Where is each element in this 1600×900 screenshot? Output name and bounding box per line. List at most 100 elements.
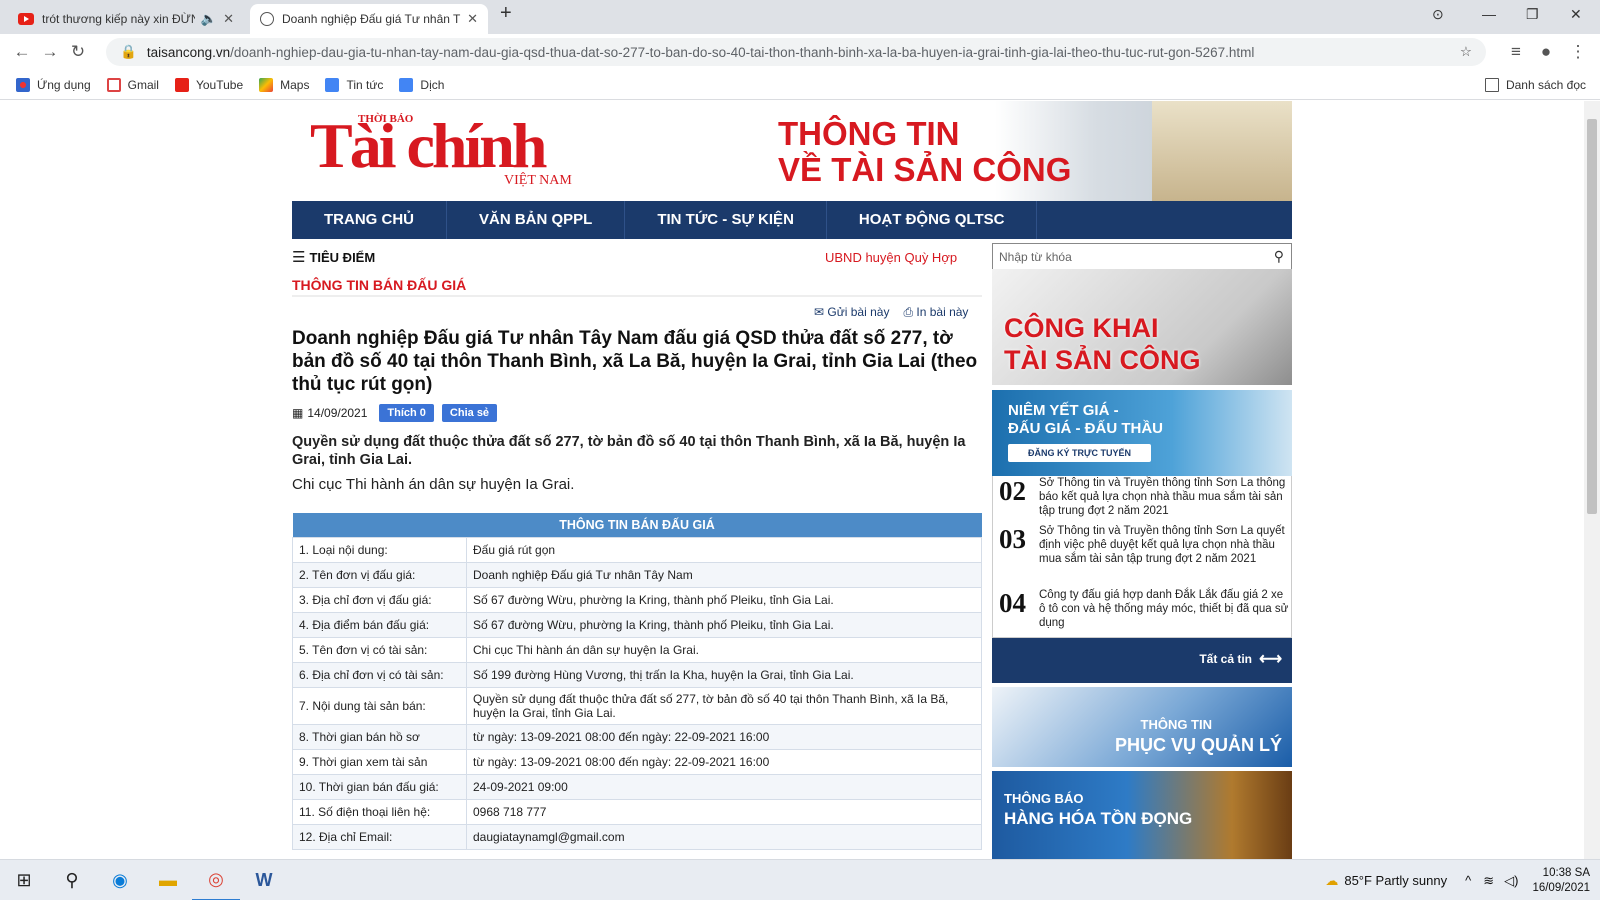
search-input[interactable]: Nhập từ khóa ⚲ <box>992 243 1292 270</box>
file-explorer-icon[interactable]: ▬ <box>144 860 192 900</box>
maximize-button[interactable]: ❐ <box>1526 6 1539 23</box>
reading-list-label: Danh sách đọc <box>1505 77 1586 92</box>
page-scrollbar[interactable] <box>1584 101 1600 859</box>
chrome-icon[interactable]: ◎ <box>192 860 240 900</box>
system-tray: ☁ 85°F Partly sunny ^ ≋ ◁) 10:38 SA 16/0… <box>1325 860 1590 900</box>
highlight-label[interactable]: TIÊU ĐIỂM <box>309 250 375 265</box>
tab-search-icon[interactable]: ⊙ <box>1432 6 1444 23</box>
nav-legal-docs[interactable]: VĂN BẢN QPPL <box>447 201 626 239</box>
row-value: Số 67 đường Wừu, phường Ia Kring, thành … <box>466 586 982 613</box>
news-number: 02 <box>999 476 1026 506</box>
lock-icon: 🔒 <box>120 44 137 59</box>
share-button[interactable]: Chia sẻ <box>441 404 498 422</box>
close-icon[interactable]: ✕ <box>467 11 478 27</box>
bookmark-youtube[interactable]: YouTube <box>174 77 243 92</box>
reload-icon[interactable]: ↻ <box>64 42 92 62</box>
list-item[interactable]: 02 Sở Thông tin và Truyền thông tỉnh Sơn … <box>999 476 1289 518</box>
weather-text[interactable]: 85°F Partly sunny <box>1344 873 1447 888</box>
row-value: 24-09-2021 09:00 <box>466 773 982 800</box>
article-title: Doanh nghiệp Đấu giá Tư nhân Tây Nam đấu… <box>292 328 978 395</box>
banner-line1: THÔNG TIN <box>778 115 960 152</box>
wifi-icon[interactable]: ≋ <box>1483 873 1494 889</box>
bookmark-star-icon[interactable]: ☆ <box>1460 44 1472 60</box>
media-icon[interactable]: ≡ <box>1502 42 1530 62</box>
hamburger-icon[interactable]: ☰ <box>292 248 305 266</box>
browser-window: trót thương kiếp này xin ĐỪNG 🔈 ✕ Doanh … <box>0 0 1600 900</box>
header-banner: THÔNG TIN VỀ TÀI SẢN CÔNG <box>632 101 1292 201</box>
bookmark-gmail[interactable]: Gmail <box>106 77 159 92</box>
bookmark-apps[interactable]: Ứng dụng <box>16 77 91 92</box>
url-field[interactable]: 🔒 taisancong.vn/doanh-nghiep-dau-gia-tu-… <box>106 38 1486 66</box>
like-button[interactable]: Thích 0 <box>379 404 434 422</box>
url-path: /doanh-nghiep-dau-gia-tu-nhan-tay-nam-da… <box>230 44 1255 60</box>
bookmark-news[interactable]: Tin tức <box>325 77 383 92</box>
speaker-icon[interactable]: 🔈 <box>201 11 217 27</box>
nav-activities[interactable]: HOẠT ĐỘNG QLTSC <box>827 201 1038 239</box>
close-window-button[interactable]: ✕ <box>1570 6 1582 23</box>
section-title[interactable]: THÔNG TIN BÁN ĐẤU GIÁ <box>292 273 982 297</box>
article-lead: Quyền sử dụng đất thuộc thửa đất số 277,… <box>292 434 966 468</box>
nav-news-events[interactable]: TIN TỨC - SỰ KIỆN <box>625 201 827 239</box>
all-news-link[interactable]: Tất cả tin ⟷ <box>992 638 1292 683</box>
banner-line1: THÔNG TIN <box>1140 717 1213 732</box>
logo-small: THỜI BÁO <box>358 113 414 125</box>
bookmark-translate[interactable]: Dịch <box>399 77 444 92</box>
row-value: Chi cục Thi hành án dân sự huyện Ia Grai… <box>466 636 982 663</box>
public-assets-banner[interactable]: CÔNG KHAI TÀI SẢN CÔNG <box>992 269 1292 385</box>
logo-main: Tài chính <box>310 110 547 181</box>
article-date: 14/09/2021 <box>307 406 368 420</box>
send-article-link[interactable]: ✉ Gửi bài này <box>814 305 889 320</box>
list-item[interactable]: 03 Sở Thông tin và Truyền thông tỉnh Sơn … <box>999 524 1289 566</box>
register-online-button[interactable]: ĐĂNG KÝ TRỰC TUYẾN <box>1008 444 1151 462</box>
windows-taskbar: ⊞ ⚲ ◉ ▬ ◎ W ☁ 85°F Partly sunny ^ ≋ ◁) 1… <box>0 859 1600 900</box>
back-icon[interactable]: ← <box>8 42 36 62</box>
apps-grid-icon <box>16 77 30 92</box>
bookmark-label: Maps <box>280 77 310 92</box>
menu-icon[interactable]: ⋮ <box>1564 42 1592 62</box>
table-row: 3. Địa chỉ đơn vị đấu giá: Số 67 đường Wừ… <box>292 586 982 613</box>
forward-icon[interactable]: → <box>36 42 64 62</box>
table-row: 2. Tên đơn vị đấu giá: Doanh nghiệp Đấu g… <box>292 561 982 588</box>
bookmark-label: Ứng dụng <box>37 77 91 92</box>
banner-line2: VỀ TÀI SẢN CÔNG <box>778 151 1072 188</box>
tab-current[interactable]: Doanh nghiệp Đấu giá Tư nhân T ✕ <box>250 4 488 34</box>
price-listing-banner[interactable]: NIÊM YẾT GIÁ - ĐẤU GIÁ - ĐẤU THẦU ĐĂNG K… <box>992 390 1292 476</box>
clock[interactable]: 10:38 SA 16/09/2021 <box>1532 866 1590 896</box>
news-ticker[interactable]: UBND huyện Quỳ Hợp n <box>825 250 960 265</box>
close-icon[interactable]: ✕ <box>223 11 234 27</box>
start-windows-icon[interactable]: ⊞ <box>0 860 48 900</box>
banner-line1: CÔNG KHAI <box>1004 313 1159 343</box>
scroll-thumb[interactable] <box>1587 119 1597 514</box>
row-label: 5. Tên đơn vị có tài sản: <box>292 636 467 663</box>
list-item[interactable]: 04 Công ty đấu giá hợp danh Đắk Lắk đấu g… <box>999 588 1289 630</box>
reading-list[interactable]: Danh sách đọc <box>1484 77 1586 92</box>
bookmark-maps[interactable]: Maps <box>259 77 310 92</box>
inventory-notice-banner[interactable]: THÔNG BÁO HÀNG HÓA TỒN ĐỌNG <box>992 771 1292 859</box>
minimize-button[interactable]: — <box>1482 6 1496 22</box>
news-number: 03 <box>999 524 1026 554</box>
row-label: 10. Thời gian bán đấu giá: <box>292 773 467 800</box>
edge-icon[interactable]: ◉ <box>96 860 144 900</box>
chevron-up-icon[interactable]: ^ <box>1465 873 1471 888</box>
row-value: Số 199 đường Hùng Vương, thị trấn Ia Kha… <box>466 661 982 688</box>
globe-icon <box>260 12 274 26</box>
management-info-banner[interactable]: THÔNG TIN PHỤC VỤ QUẢN LÝ <box>992 687 1292 767</box>
tab-youtube[interactable]: trót thương kiếp này xin ĐỪNG 🔈 ✕ <box>8 4 244 34</box>
profile-avatar[interactable]: ● <box>1532 42 1560 62</box>
logo-country: VIỆT NAM <box>504 173 572 188</box>
volume-icon[interactable]: ◁) <box>1504 873 1518 889</box>
article-tools: ✉ Gửi bài này ⎙ In bài này <box>814 305 968 320</box>
banner-line2: TÀI SẢN CÔNG <box>1004 345 1201 375</box>
row-value: Số 67 đường Wừu, phường Ia Kring, thành … <box>466 611 982 638</box>
translate-icon <box>399 77 414 92</box>
tab-strip: trót thương kiếp này xin ĐỪNG 🔈 ✕ Doanh … <box>0 0 1600 34</box>
print-article-link[interactable]: ⎙ In bài này <box>903 305 968 320</box>
site-logo[interactable]: Tài chính THỜI BÁO VIỆT NAM <box>292 101 632 201</box>
table-row: 7. Nội dung tài sản bán: Quyền sử dụng đấ… <box>292 686 982 725</box>
new-tab-button[interactable]: + <box>500 2 512 25</box>
nav-home[interactable]: TRANG CHỦ <box>292 201 447 239</box>
search-icon[interactable]: ⚲ <box>1274 248 1284 265</box>
all-news-label: Tất cả tin <box>1199 652 1252 666</box>
search-icon[interactable]: ⚲ <box>48 860 96 900</box>
word-icon[interactable]: W <box>240 860 288 900</box>
